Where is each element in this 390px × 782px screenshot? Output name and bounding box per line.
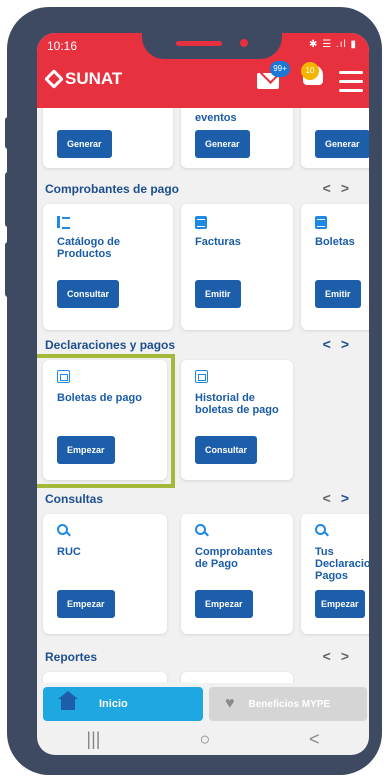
nav-beneficios-label: Beneficios MYPE — [248, 698, 331, 710]
consultas-carousel-arrows[interactable]: <> — [323, 490, 359, 506]
empezar-declaraciones-button[interactable]: Empezar — [315, 590, 365, 618]
card-catalogo-title: Catálogo de Productos — [57, 236, 120, 260]
sunat-logo-icon — [44, 69, 64, 89]
empezar-ruc-button[interactable]: Empezar — [57, 590, 115, 618]
card-facturas[interactable]: Facturas Emitir — [181, 204, 293, 330]
consultar-historial-button[interactable]: Consultar — [195, 436, 258, 464]
document-icon — [195, 216, 207, 229]
emitir-facturas-button[interactable]: Emitir — [195, 280, 241, 308]
arrow-right-icon[interactable]: > — [341, 336, 359, 352]
empezar-comprobantes-button[interactable]: Empezar — [195, 590, 253, 618]
nav-inicio-label: Inicio — [99, 698, 128, 710]
document-icon — [315, 216, 327, 229]
status-time: 10:16 — [47, 39, 78, 53]
top-card-2: eventos Generar — [181, 108, 293, 168]
declaraciones-carousel-arrows[interactable]: <> — [323, 336, 359, 352]
comprobantes-carousel-arrows[interactable]: <> — [323, 180, 359, 196]
generar-button-3[interactable]: Generar — [315, 130, 369, 158]
back-icon[interactable]: < — [309, 729, 320, 750]
card-ruc[interactable]: RUC Empezar — [43, 514, 167, 634]
card-declaraciones-consulta-title: Tus Declaraciones Pagos — [315, 546, 369, 582]
arrow-left-icon[interactable]: < — [323, 648, 341, 664]
section-title-declaraciones: Declaraciones y pagos — [45, 338, 176, 352]
recent-apps-icon[interactable]: ||| — [86, 729, 100, 750]
bell-badge: 10 — [301, 62, 319, 80]
card-boletas[interactable]: Boletas Emitir — [301, 204, 369, 330]
main-content[interactable]: Generar eventos Generar Generar Comproba… — [37, 108, 369, 683]
card-reporte-1[interactable] — [43, 672, 167, 683]
generar-button-1[interactable]: Generar — [57, 130, 112, 158]
top-card-1: Generar — [43, 108, 173, 168]
status-icons: ✱ ☰ .ıl ▮ — [309, 39, 357, 50]
brand-name: SUNAT — [65, 69, 123, 88]
system-navigation-bar: ||| ○ < — [37, 723, 369, 755]
phone-frame: 10:16 ✱ ☰ .ıl ▮ SUNAT 99+ 10 Generar eve… — [5, 7, 382, 775]
camera-notch — [142, 33, 282, 59]
search-icon — [315, 524, 328, 537]
card-boletas-title: Boletas — [315, 236, 355, 248]
power-button — [5, 242, 13, 297]
heart-icon: ♥ — [225, 695, 235, 712]
arrow-right-icon[interactable]: > — [341, 490, 359, 506]
consultar-catalogo-button[interactable]: Consultar — [57, 280, 120, 308]
mail-badge: 99+ — [270, 61, 290, 77]
volume-up-button — [5, 117, 13, 149]
arrow-left-icon[interactable]: < — [323, 336, 341, 352]
arrow-left-icon[interactable]: < — [323, 180, 341, 196]
arrow-right-icon[interactable]: > — [341, 180, 359, 196]
search-icon — [195, 524, 208, 537]
list-icon — [57, 216, 71, 229]
nav-inicio-button[interactable]: Inicio — [43, 687, 203, 721]
section-title-consultas: Consultas — [45, 492, 104, 506]
camera-dot — [240, 39, 248, 47]
card-historial-title: Historial de boletas de pago — [195, 392, 279, 416]
speaker-grill — [176, 41, 222, 46]
hamburger-menu-icon[interactable] — [339, 71, 363, 98]
search-icon — [57, 524, 70, 537]
file-copy-icon — [195, 370, 208, 383]
arrow-left-icon[interactable]: < — [323, 490, 341, 506]
section-title-comprobantes: Comprobantes de pago — [45, 182, 180, 196]
card-declaraciones-consulta[interactable]: Tus Declaraciones Pagos Empezar — [301, 514, 369, 634]
bottom-navigation: Inicio ♥ Beneficios MYPE — [37, 683, 369, 721]
emitir-boletas-button[interactable]: Emitir — [315, 280, 361, 308]
card-catalogo[interactable]: Catálogo de Productos Consultar — [43, 204, 173, 330]
card-ruc-title: RUC — [57, 546, 81, 558]
card-comprobantes-consulta[interactable]: Comprobantes de Pago Empezar — [181, 514, 293, 634]
home-circle-icon[interactable]: ○ — [199, 729, 210, 750]
app-screen: 10:16 ✱ ☰ .ıl ▮ SUNAT 99+ 10 Generar eve… — [37, 33, 369, 755]
card-historial[interactable]: Historial de boletas de pago Consultar — [181, 360, 293, 480]
top-card-2-title: eventos — [195, 112, 237, 124]
nav-beneficios-button[interactable]: ♥ Beneficios MYPE — [209, 687, 367, 721]
generar-button-2[interactable]: Generar — [195, 130, 250, 158]
sunat-logo[interactable]: SUNAT — [44, 69, 123, 89]
section-title-reportes: Reportes — [45, 650, 98, 664]
highlight-frame — [37, 354, 175, 488]
reportes-carousel-arrows[interactable]: <> — [323, 648, 359, 664]
app-header: 10:16 ✱ ☰ .ıl ▮ SUNAT 99+ 10 — [37, 33, 369, 108]
card-facturas-title: Facturas — [195, 236, 241, 248]
card-comprobantes-consulta-title: Comprobantes de Pago — [195, 546, 273, 570]
top-card-3: Generar — [301, 108, 369, 168]
arrow-right-icon[interactable]: > — [341, 648, 359, 664]
card-reporte-2[interactable] — [181, 672, 293, 683]
home-icon — [58, 691, 78, 710]
volume-down-button — [5, 172, 13, 227]
